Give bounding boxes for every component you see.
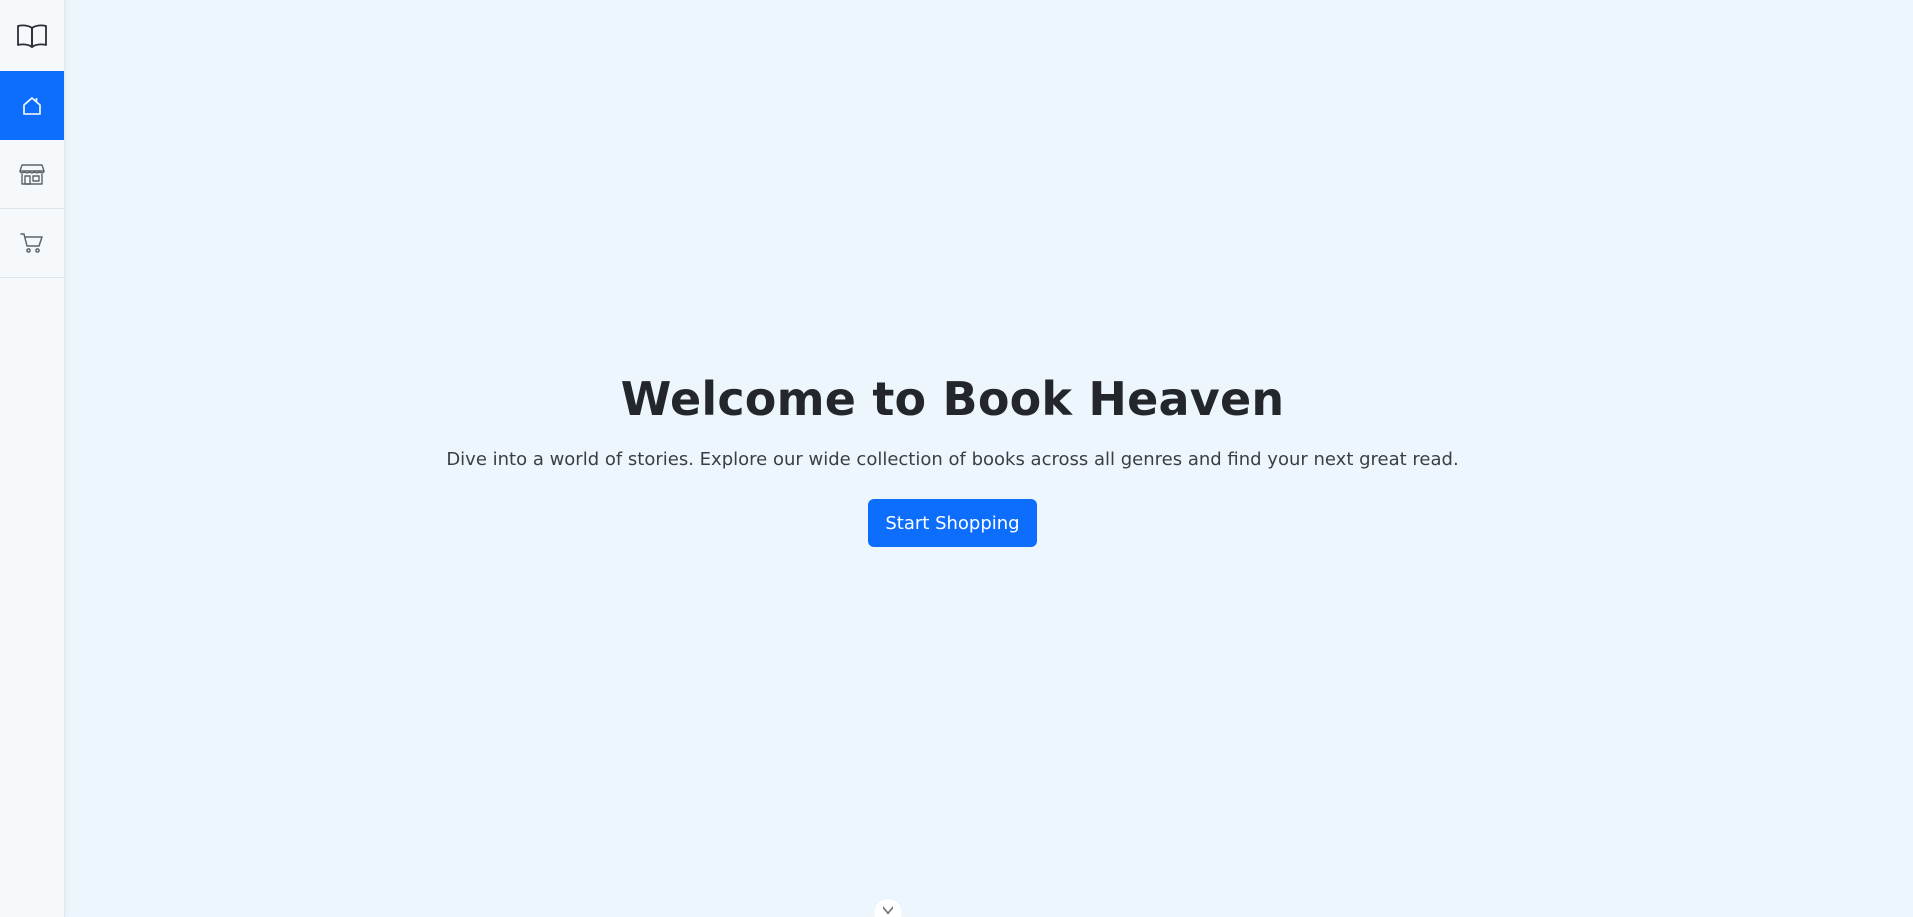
hero-section: Welcome to Book Heaven Dive into a world…: [65, 0, 1840, 917]
hero-subtitle: Dive into a world of stories. Explore ou…: [446, 449, 1459, 470]
chevron-down-icon: [883, 906, 893, 915]
home-icon: [23, 96, 41, 115]
start-shopping-button[interactable]: Start Shopping: [868, 499, 1037, 547]
sidebar-item-home[interactable]: [0, 71, 64, 140]
sidebar-item-cart[interactable]: [0, 209, 64, 278]
book-open-icon: [17, 24, 47, 48]
hero-title: Welcome to Book Heaven: [620, 372, 1285, 426]
sidebar-logo[interactable]: [0, 0, 64, 71]
app: Welcome to Book Heaven Dive into a world…: [0, 0, 1913, 917]
sidebar: [0, 0, 65, 917]
shop-icon: [19, 164, 45, 185]
cart-icon: [20, 233, 43, 253]
sidebar-item-shop[interactable]: [0, 140, 64, 209]
